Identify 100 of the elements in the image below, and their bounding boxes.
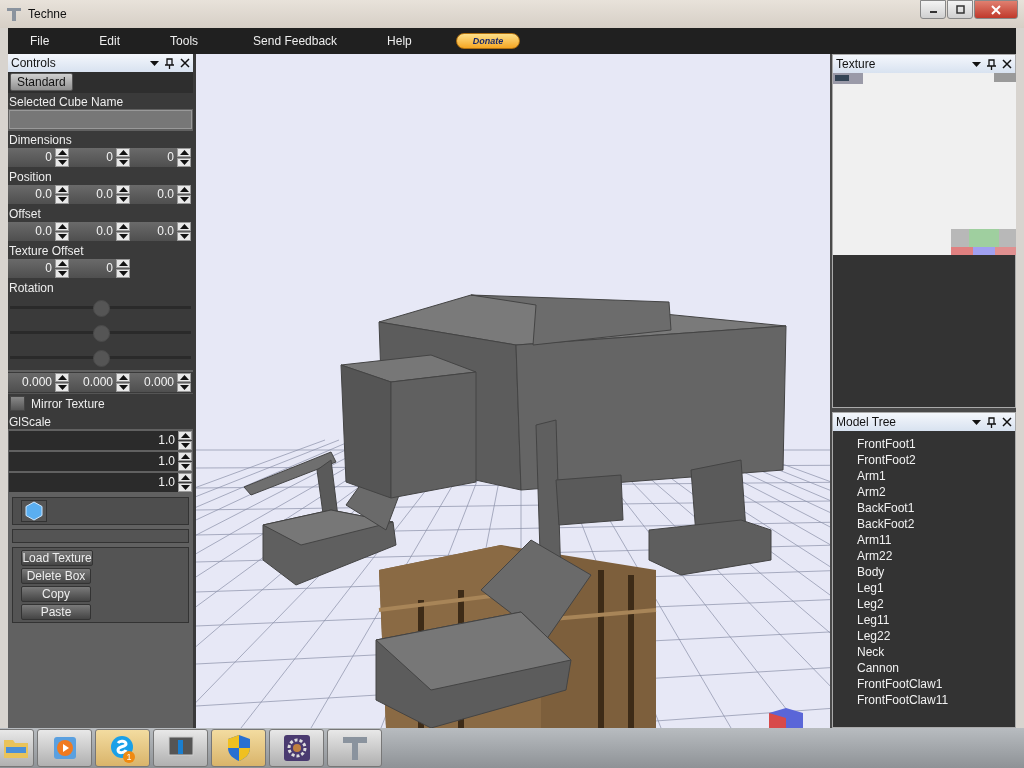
tree-item[interactable]: Leg22 — [857, 628, 1015, 644]
spin-down-button[interactable] — [55, 269, 69, 278]
spin-up-button[interactable] — [177, 373, 191, 382]
spin-up-button[interactable] — [177, 185, 191, 194]
spin-down-button[interactable] — [178, 441, 192, 450]
dropdown-icon[interactable] — [150, 58, 159, 68]
tree-item[interactable]: FrontFoot1 — [857, 436, 1015, 452]
tree-item[interactable]: Body — [857, 564, 1015, 580]
slider-thumb[interactable] — [92, 325, 110, 342]
close-icon[interactable] — [1002, 59, 1012, 69]
spin-down-button[interactable] — [177, 383, 191, 392]
number-field[interactable]: 0 — [69, 148, 116, 167]
spin-up-button[interactable] — [178, 473, 192, 482]
menu-item[interactable]: Edit — [99, 34, 121, 48]
spin-up-button[interactable] — [55, 259, 69, 268]
taskbar-button[interactable] — [327, 729, 382, 767]
slider-thumb[interactable] — [92, 350, 110, 367]
taskbar-button[interactable] — [37, 729, 92, 767]
number-field[interactable]: 0 — [8, 148, 55, 167]
spin-down-button[interactable] — [55, 158, 69, 167]
spin-up-button[interactable] — [55, 373, 69, 382]
tree-item[interactable]: Arm11 — [857, 532, 1015, 548]
spin-down-button[interactable] — [116, 383, 130, 392]
spin-up-button[interactable] — [177, 222, 191, 231]
spin-down-button[interactable] — [55, 232, 69, 241]
action-button[interactable]: Load Texture — [21, 550, 93, 566]
number-field[interactable]: 1.0 — [9, 431, 178, 450]
number-field[interactable]: 0 — [130, 148, 177, 167]
tree-item[interactable]: FrontFoot2 — [857, 452, 1015, 468]
spin-down-button[interactable] — [116, 195, 130, 204]
spin-up-button[interactable] — [116, 259, 130, 268]
taskbar-button[interactable] — [269, 729, 324, 767]
slider-thumb[interactable] — [92, 300, 110, 317]
cube-button[interactable] — [21, 500, 47, 522]
number-field[interactable]: 0 — [8, 259, 55, 278]
menu-item[interactable]: Help — [387, 34, 412, 48]
dropdown-icon[interactable] — [972, 59, 981, 69]
menu-item[interactable]: Send Feedback — [253, 34, 338, 48]
number-field[interactable]: 0.0 — [69, 222, 116, 241]
spin-up-button[interactable] — [116, 222, 130, 231]
spin-down-button[interactable] — [178, 462, 192, 471]
close-icon[interactable] — [1002, 417, 1012, 427]
spin-up-button[interactable] — [116, 185, 130, 194]
close-button[interactable] — [974, 0, 1018, 19]
pin-icon[interactable] — [165, 57, 174, 69]
maximize-button[interactable] — [947, 0, 973, 19]
taskbar-button[interactable] — [211, 729, 266, 767]
spin-down-button[interactable] — [177, 195, 191, 204]
spin-up-button[interactable] — [178, 431, 192, 440]
spin-down-button[interactable] — [55, 195, 69, 204]
spin-down-button[interactable] — [55, 383, 69, 392]
spin-up-button[interactable] — [116, 373, 130, 382]
spin-down-button[interactable] — [116, 232, 130, 241]
close-icon[interactable] — [180, 58, 190, 68]
pin-icon[interactable] — [987, 58, 996, 70]
spin-down-button[interactable] — [116, 158, 130, 167]
tree-item[interactable]: Arm1 — [857, 468, 1015, 484]
menu-item[interactable]: Tools — [170, 34, 199, 48]
number-field[interactable]: 0.0 — [69, 185, 116, 204]
number-field[interactable]: 1.0 — [9, 473, 178, 492]
action-button[interactable]: Delete Box — [21, 568, 91, 584]
dropdown-icon[interactable] — [972, 417, 981, 427]
spin-down-button[interactable] — [177, 232, 191, 241]
number-field[interactable]: 0.0 — [130, 185, 177, 204]
spin-down-button[interactable] — [177, 158, 191, 167]
tree-item[interactable]: Leg1 — [857, 580, 1015, 596]
spin-down-button[interactable] — [116, 269, 130, 278]
tree-item[interactable]: Cannon — [857, 660, 1015, 676]
menu-item[interactable]: File — [30, 34, 50, 48]
tree-item[interactable]: FrontFootClaw11 — [857, 692, 1015, 708]
standard-tab[interactable]: Standard — [10, 73, 73, 91]
spin-up-button[interactable] — [178, 452, 192, 461]
tree-item[interactable]: BackFoot1 — [857, 500, 1015, 516]
tree-item[interactable]: BackFoot2 — [857, 516, 1015, 532]
number-field[interactable]: 0.0 — [8, 222, 55, 241]
number-field[interactable]: 0.0 — [130, 222, 177, 241]
number-field[interactable]: 0.000 — [130, 373, 177, 392]
rotation-slider[interactable] — [8, 345, 193, 370]
spin-up-button[interactable] — [116, 148, 130, 157]
minimize-button[interactable] — [920, 0, 946, 19]
donate-button[interactable]: Donate — [455, 33, 521, 49]
pin-icon[interactable] — [987, 416, 996, 428]
number-field[interactable]: 0.000 — [69, 373, 116, 392]
action-button[interactable]: Paste — [21, 604, 91, 620]
spin-up-button[interactable] — [55, 185, 69, 194]
checkbox[interactable] — [10, 396, 25, 411]
spin-down-button[interactable] — [178, 483, 192, 492]
spin-up-button[interactable] — [55, 148, 69, 157]
taskbar-button[interactable] — [153, 729, 208, 767]
number-field[interactable]: 0.0 — [8, 185, 55, 204]
number-field[interactable]: 0 — [69, 259, 116, 278]
spin-up-button[interactable] — [55, 222, 69, 231]
spin-up-button[interactable] — [177, 148, 191, 157]
tree-item[interactable]: Arm2 — [857, 484, 1015, 500]
tree-item[interactable]: Leg11 — [857, 612, 1015, 628]
tree-item[interactable]: Leg2 — [857, 596, 1015, 612]
number-field[interactable]: 1.0 — [9, 452, 178, 471]
tree-item[interactable]: Neck — [857, 644, 1015, 660]
tree-item[interactable]: FrontFootClaw1 — [857, 676, 1015, 692]
action-button[interactable]: Copy — [21, 586, 91, 602]
